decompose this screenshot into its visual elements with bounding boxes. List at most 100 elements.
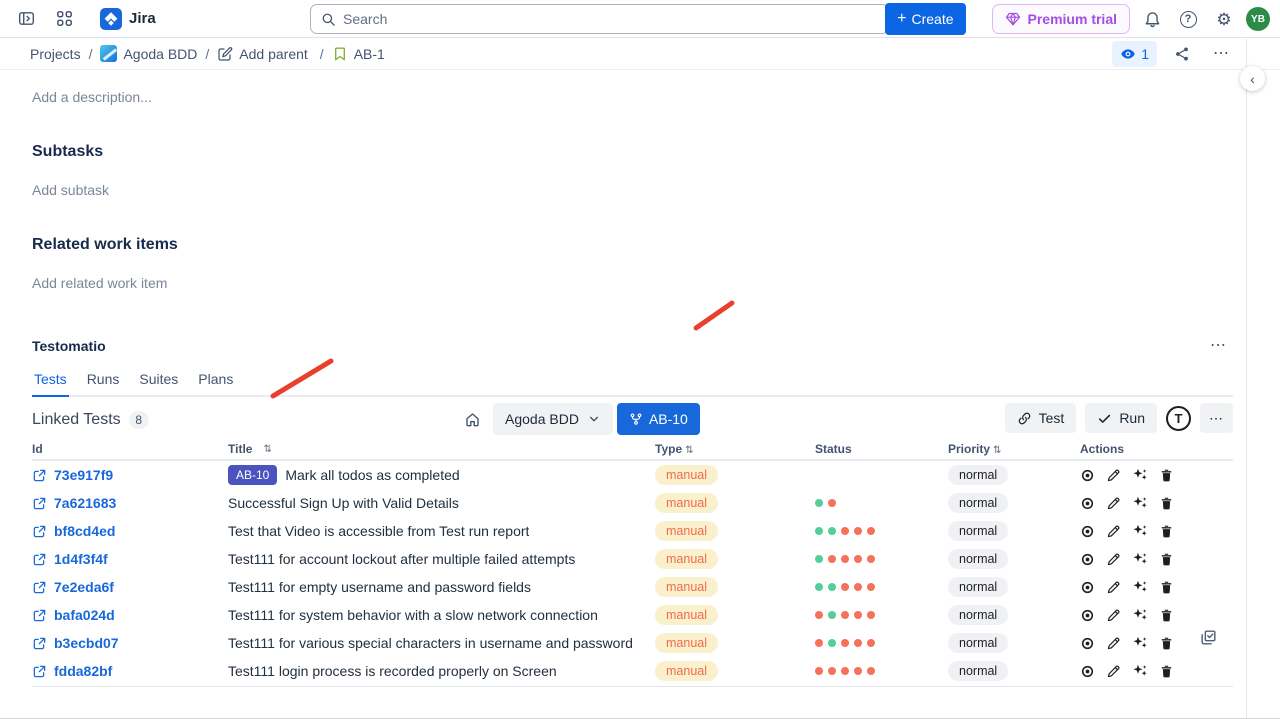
ai-action-button[interactable] — [1132, 551, 1148, 567]
description-field[interactable]: Add a description... — [32, 89, 1233, 105]
create-button[interactable]: + Create — [885, 3, 965, 35]
breadcrumb-project[interactable]: Agoda BDD — [100, 45, 197, 62]
copy-check-icon — [1199, 628, 1218, 647]
status-dot-green — [815, 555, 823, 563]
status-dots — [815, 499, 948, 507]
settings-button[interactable]: ⚙ — [1210, 5, 1238, 33]
test-id-link[interactable]: 7e2eda6f — [54, 579, 114, 595]
jira-home-link[interactable]: Jira — [100, 8, 156, 30]
test-id-link[interactable]: 73e917f9 — [54, 467, 113, 483]
sparkles-icon — [1132, 495, 1148, 511]
testomatio-more-button[interactable]: ⋯ — [1204, 334, 1233, 358]
add-related-item-button[interactable]: Add related work item — [32, 275, 1233, 291]
premium-trial-button[interactable]: Premium trial — [992, 4, 1130, 34]
test-id-link[interactable]: b3ecbd07 — [54, 635, 119, 651]
delete-test-button[interactable] — [1159, 496, 1174, 511]
edit-test-button[interactable] — [1106, 664, 1121, 679]
delete-test-button[interactable] — [1159, 468, 1174, 483]
status-dot-green — [828, 583, 836, 591]
pencil-icon — [1106, 552, 1121, 567]
user-avatar[interactable]: YB — [1246, 7, 1270, 31]
bulk-select-button[interactable] — [1199, 628, 1218, 652]
global-search[interactable] — [310, 4, 889, 34]
external-link-icon — [32, 524, 47, 539]
test-title: Test111 for account lockout after multip… — [228, 551, 575, 567]
issue-key-badge[interactable]: AB-10 — [228, 465, 277, 485]
status-dots — [815, 527, 948, 535]
tab-tests[interactable]: Tests — [32, 371, 69, 397]
header-type[interactable]: Type⇅ — [655, 442, 815, 456]
test-id-link[interactable]: 7a621683 — [54, 495, 116, 511]
search-input[interactable] — [343, 11, 878, 27]
edit-test-button[interactable] — [1106, 552, 1121, 567]
view-test-button[interactable] — [1080, 552, 1095, 567]
run-button[interactable]: Run — [1085, 403, 1157, 433]
edit-test-button[interactable] — [1106, 468, 1121, 483]
edit-test-button[interactable] — [1106, 636, 1121, 651]
view-test-button[interactable] — [1080, 580, 1095, 595]
home-button[interactable] — [464, 411, 481, 428]
delete-test-button[interactable] — [1159, 608, 1174, 623]
table-row: 7e2eda6f Test111 for empty username and … — [32, 573, 1233, 601]
bookmark-icon — [332, 46, 348, 62]
watchers-button[interactable]: 1 — [1112, 41, 1157, 67]
tab-plans[interactable]: Plans — [196, 371, 235, 397]
tab-suites[interactable]: Suites — [137, 371, 180, 397]
eye-icon — [1080, 636, 1095, 651]
view-test-button[interactable] — [1080, 664, 1095, 679]
test-id-link[interactable]: bf8cd4ed — [54, 523, 115, 539]
header-priority[interactable]: Priority⇅ — [948, 442, 1080, 456]
test-id-link[interactable]: 1d4f3f4f — [54, 551, 108, 567]
view-test-button[interactable] — [1080, 608, 1095, 623]
sparkles-icon — [1132, 663, 1148, 679]
header-title[interactable]: Title⇅ — [228, 442, 655, 456]
ai-action-button[interactable] — [1132, 607, 1148, 623]
delete-test-button[interactable] — [1159, 524, 1174, 539]
test-id-link[interactable]: bafa024d — [54, 607, 115, 623]
status-dot-red — [867, 611, 875, 619]
view-test-button[interactable] — [1080, 496, 1095, 511]
status-dot-red — [854, 639, 862, 647]
link-test-button[interactable]: Test — [1005, 403, 1077, 433]
delete-test-button[interactable] — [1159, 552, 1174, 567]
status-dot-red — [867, 583, 875, 591]
tab-runs[interactable]: Runs — [85, 371, 122, 397]
project-selector-dropdown[interactable]: Agoda BDD — [493, 403, 613, 435]
ai-action-button[interactable] — [1132, 663, 1148, 679]
delete-test-button[interactable] — [1159, 664, 1174, 679]
edit-test-button[interactable] — [1106, 496, 1121, 511]
view-test-button[interactable] — [1080, 524, 1095, 539]
edit-test-button[interactable] — [1106, 524, 1121, 539]
ai-action-button[interactable] — [1132, 523, 1148, 539]
view-test-button[interactable] — [1080, 636, 1095, 651]
ai-action-button[interactable] — [1132, 635, 1148, 651]
ai-action-button[interactable] — [1132, 579, 1148, 595]
tests-more-button[interactable]: ⋯ — [1200, 403, 1233, 433]
ai-action-button[interactable] — [1132, 495, 1148, 511]
delete-test-button[interactable] — [1159, 580, 1174, 595]
table-row: b3ecbd07 Test111 for various special cha… — [32, 629, 1233, 657]
breadcrumb-issue-key[interactable]: AB-1 — [332, 46, 385, 62]
view-test-button[interactable] — [1080, 468, 1095, 483]
collapse-panel-button[interactable]: ‹ — [1240, 66, 1265, 91]
notifications-button[interactable] — [1138, 5, 1166, 33]
add-subtask-button[interactable]: Add subtask — [32, 182, 1233, 198]
test-id-link[interactable]: fdda82bf — [54, 663, 112, 679]
plus-icon: + — [897, 10, 906, 28]
add-parent-button[interactable]: Add parent — [217, 46, 308, 62]
share-button[interactable] — [1170, 42, 1194, 66]
panel-divider — [1246, 39, 1247, 719]
edit-test-button[interactable] — [1106, 580, 1121, 595]
type-badge: manual — [655, 521, 718, 541]
edit-test-button[interactable] — [1106, 608, 1121, 623]
issue-more-button[interactable]: ⋯ — [1207, 42, 1236, 66]
pencil-icon — [1106, 468, 1121, 483]
app-switcher-button[interactable] — [50, 5, 78, 33]
header-id[interactable]: Id — [32, 442, 228, 456]
ai-action-button[interactable] — [1132, 467, 1148, 483]
issue-filter-button[interactable]: AB-10 — [617, 403, 700, 435]
breadcrumb-projects[interactable]: Projects — [30, 46, 81, 62]
help-button[interactable]: ? — [1174, 5, 1202, 33]
expand-sidebar-button[interactable] — [12, 5, 40, 33]
delete-test-button[interactable] — [1159, 636, 1174, 651]
